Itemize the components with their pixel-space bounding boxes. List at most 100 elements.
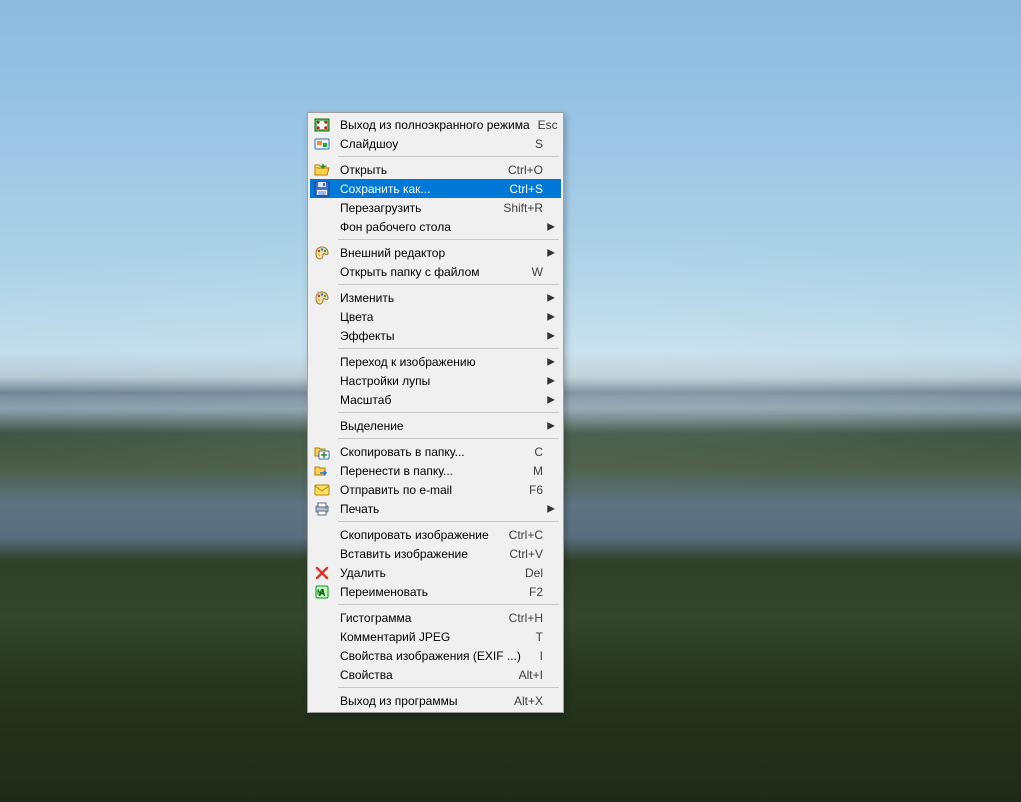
menu-item-label: Сохранить как...: [340, 182, 501, 196]
submenu-arrow-icon: ▶: [547, 292, 555, 303]
menu-item-shortcut: F6: [529, 483, 543, 497]
menu-item-shortcut: I: [540, 649, 543, 663]
menu-item-shortcut: F2: [529, 585, 543, 599]
save-icon: [314, 181, 330, 197]
menu-separator: [338, 438, 559, 439]
palette-icon: [314, 245, 330, 261]
menu-item-label: Масштаб: [340, 393, 543, 407]
menu-item-shortcut: Ctrl+O: [508, 163, 543, 177]
menu-item-label: Переход к изображению: [340, 355, 543, 369]
menu-separator: [338, 687, 559, 688]
submenu-arrow-icon: ▶: [547, 356, 555, 367]
menu-item-label: Изменить: [340, 291, 543, 305]
menu-rename[interactable]: A Переименовать F2: [310, 582, 561, 601]
delete-icon: [314, 565, 330, 581]
palette-icon: [314, 290, 330, 306]
menu-copy-image[interactable]: Скопировать изображениеCtrl+C: [310, 525, 561, 544]
menu-copy-to-folder[interactable]: Скопировать в папку... C: [310, 442, 561, 461]
menu-separator: [338, 521, 559, 522]
menu-item-label: Выделение: [340, 419, 543, 433]
menu-item-shortcut: T: [536, 630, 543, 644]
menu-item-label: Печать: [340, 502, 543, 516]
mail-icon: [314, 482, 330, 498]
menu-exit-fullscreen[interactable]: Выход из полноэкранного режима Esc: [310, 115, 561, 134]
menu-reload[interactable]: Перезагрузить Shift+R: [310, 198, 561, 217]
submenu-arrow-icon: ▶: [547, 375, 555, 386]
menu-open[interactable]: Открыть Ctrl+O: [310, 160, 561, 179]
menu-item-label: Скопировать в папку...: [340, 445, 526, 459]
menu-item-label: Открыть папку с файлом: [340, 265, 524, 279]
submenu-arrow-icon: ▶: [547, 394, 555, 405]
menu-item-label: Удалить: [340, 566, 517, 580]
menu-item-label: Фон рабочего стола: [340, 220, 543, 234]
menu-desktop-background[interactable]: Фон рабочего стола ▶: [310, 217, 561, 236]
submenu-arrow-icon: ▶: [547, 311, 555, 322]
menu-separator: [338, 284, 559, 285]
submenu-arrow-icon: ▶: [547, 503, 555, 514]
menu-item-shortcut: M: [533, 464, 543, 478]
menu-item-label: Цвета: [340, 310, 543, 324]
menu-move-to-folder[interactable]: Перенести в папку... M: [310, 461, 561, 480]
menu-item-shortcut: Esc: [538, 118, 558, 132]
menu-item-label: Гистограмма: [340, 611, 501, 625]
menu-item-label: Открыть: [340, 163, 500, 177]
menu-zoom[interactable]: Масштаб ▶: [310, 390, 561, 409]
menu-item-label: Перенести в папку...: [340, 464, 525, 478]
menu-exit-program[interactable]: Выход из программыAlt+X: [310, 691, 561, 710]
menu-selection[interactable]: Выделение ▶: [310, 416, 561, 435]
menu-item-label: Комментарий JPEG: [340, 630, 528, 644]
menu-item-shortcut: C: [534, 445, 543, 459]
menu-navigate-image[interactable]: Переход к изображению ▶: [310, 352, 561, 371]
menu-item-label: Внешний редактор: [340, 246, 543, 260]
menu-item-label: Выход из полноэкранного режима: [340, 118, 530, 132]
rename-icon: A: [314, 584, 330, 600]
open-icon: [314, 162, 330, 178]
menu-print[interactable]: Печать ▶: [310, 499, 561, 518]
menu-item-label: Свойства: [340, 668, 511, 682]
menu-effects[interactable]: Эффекты▶: [310, 326, 561, 345]
svg-text:A: A: [318, 588, 325, 599]
submenu-arrow-icon: ▶: [547, 221, 555, 232]
menu-magnifier-settings[interactable]: Настройки лупы ▶: [310, 371, 561, 390]
menu-item-shortcut: Ctrl+V: [509, 547, 543, 561]
menu-item-shortcut: Ctrl+S: [509, 182, 543, 196]
menu-delete[interactable]: Удалить Del: [310, 563, 561, 582]
menu-item-shortcut: W: [532, 265, 543, 279]
menu-image-properties[interactable]: Свойства изображения (EXIF ...)I: [310, 646, 561, 665]
menu-item-label: Эффекты: [340, 329, 543, 343]
submenu-arrow-icon: ▶: [547, 420, 555, 431]
menu-save-as[interactable]: Сохранить как... Ctrl+S: [310, 179, 561, 198]
menu-slideshow[interactable]: Слайдшоу S: [310, 134, 561, 153]
menu-separator: [338, 239, 559, 240]
menu-item-shortcut: Ctrl+C: [509, 528, 543, 542]
menu-item-label: Перезагрузить: [340, 201, 495, 215]
menu-item-label: Слайдшоу: [340, 137, 527, 151]
exit-fullscreen-icon: [314, 117, 330, 133]
menu-properties[interactable]: СвойстваAlt+I: [310, 665, 561, 684]
menu-external-editor[interactable]: Внешний редактор▶: [310, 243, 561, 262]
menu-item-label: Настройки лупы: [340, 374, 543, 388]
menu-item-shortcut: Ctrl+H: [509, 611, 543, 625]
menu-item-label: Вставить изображение: [340, 547, 501, 561]
menu-edit[interactable]: Изменить ▶: [310, 288, 561, 307]
menu-item-shortcut: S: [535, 137, 543, 151]
menu-colors[interactable]: Цвета ▶: [310, 307, 561, 326]
menu-send-email[interactable]: Отправить по e-mailF6: [310, 480, 561, 499]
menu-open-folder[interactable]: Открыть папку с файлом W: [310, 262, 561, 281]
menu-item-shortcut: Shift+R: [503, 201, 543, 215]
context-menu: Выход из полноэкранного режима Esc Слайдш…: [307, 112, 564, 713]
menu-histogram[interactable]: Гистограмма Ctrl+H: [310, 608, 561, 627]
menu-separator: [338, 348, 559, 349]
menu-separator: [338, 412, 559, 413]
menu-paste-image[interactable]: Вставить изображение Ctrl+V: [310, 544, 561, 563]
menu-item-label: Переименовать: [340, 585, 521, 599]
print-icon: [314, 501, 330, 517]
menu-jpeg-comment[interactable]: Комментарий JPEG T: [310, 627, 561, 646]
menu-item-shortcut: Del: [525, 566, 543, 580]
slideshow-icon: [314, 136, 330, 152]
menu-separator: [338, 604, 559, 605]
copy-folder-icon: [314, 444, 330, 460]
menu-item-shortcut: Alt+X: [514, 694, 543, 708]
menu-separator: [338, 156, 559, 157]
move-folder-icon: [314, 463, 330, 479]
